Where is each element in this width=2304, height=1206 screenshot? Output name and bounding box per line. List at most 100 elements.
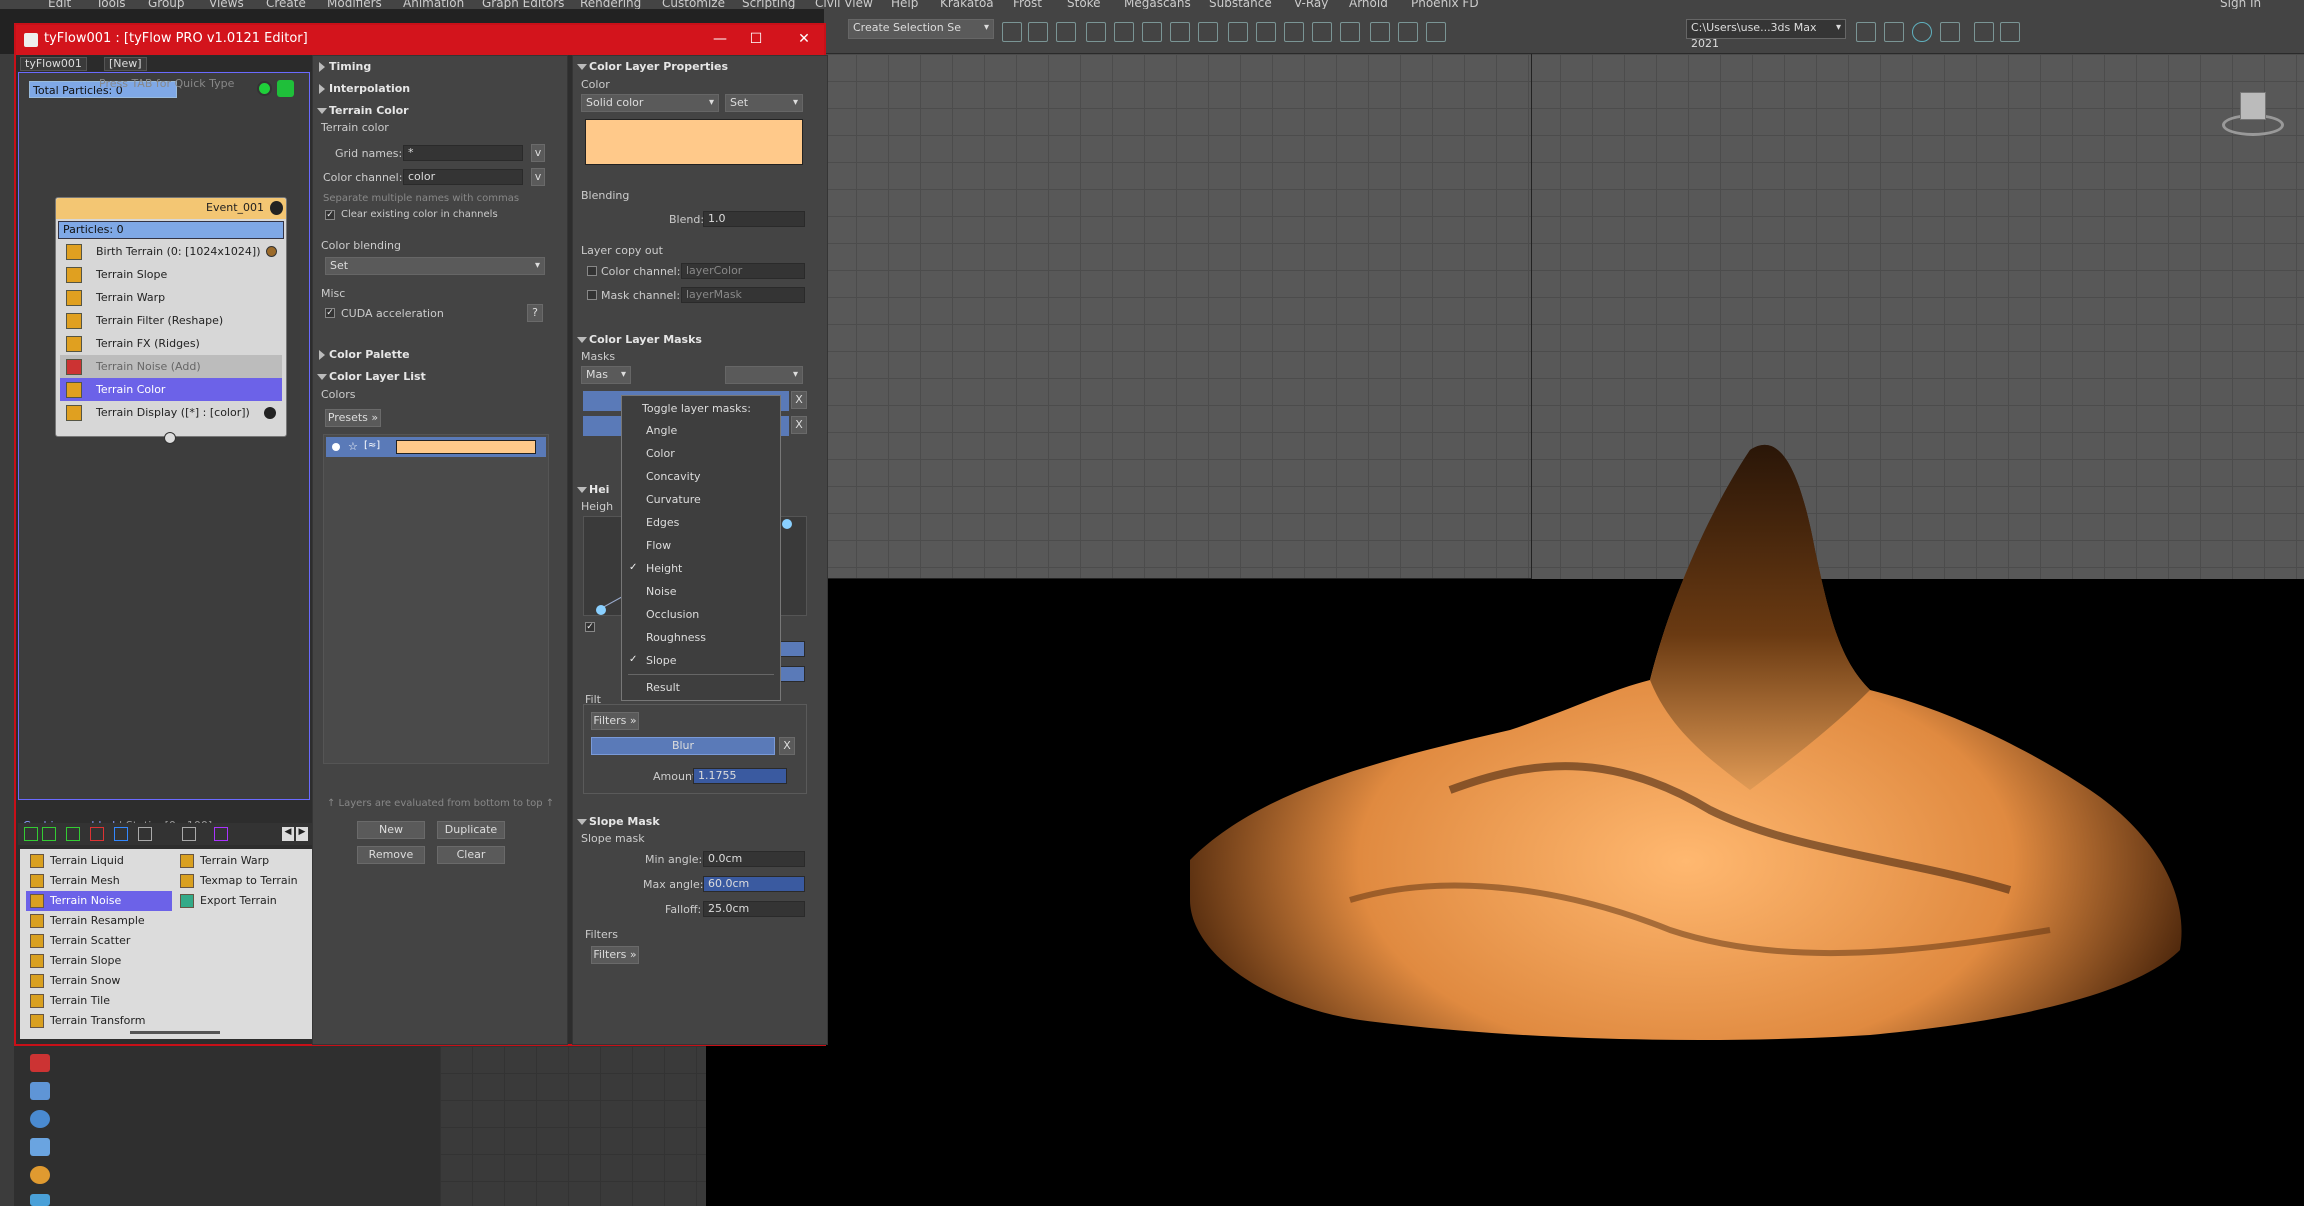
menu-rendering[interactable]: Rendering <box>580 0 641 9</box>
project-folder-icon[interactable] <box>1856 22 1876 42</box>
paint-icon[interactable] <box>1974 22 1994 42</box>
menu-tools[interactable]: Tools <box>96 0 126 9</box>
category-icon-2[interactable] <box>42 827 56 841</box>
max-angle-spinner[interactable]: 60.0cm <box>703 876 805 892</box>
remove-mask-height-button[interactable]: X <box>791 391 807 409</box>
tyflow-editor-window[interactable]: tyFlow001 : [tyFlow PRO v1.0121 Editor] … <box>14 23 828 1046</box>
color-channel-checkbox[interactable] <box>587 266 597 276</box>
remove-mask-slope-button[interactable]: X <box>791 416 807 434</box>
palette-terrain-liquid[interactable]: Terrain Liquid <box>26 851 172 871</box>
material-editor-icon[interactable] <box>1198 22 1218 42</box>
palette-terrain-snow[interactable]: Terrain Snow <box>26 971 172 991</box>
height-option-checkbox[interactable]: ✓ <box>585 622 595 632</box>
clear-layers-button[interactable]: Clear <box>437 846 505 864</box>
op-terrain-noise[interactable]: Terrain Noise (Add) <box>60 355 282 378</box>
blur-filter-button[interactable]: Blur <box>591 737 775 755</box>
menu-item-height[interactable]: Height <box>646 562 682 575</box>
color-swatch[interactable] <box>585 119 803 165</box>
spinner-snap-icon[interactable] <box>1398 22 1418 42</box>
blend-spinner[interactable]: 1.0 <box>703 211 805 227</box>
falloff-spinner[interactable]: 25.0cm <box>703 901 805 917</box>
scroll-left-icon[interactable]: ◀ <box>282 827 294 841</box>
rollout-color-layer-properties[interactable]: Color Layer Properties <box>573 58 827 76</box>
tab-new[interactable]: [New] <box>104 57 147 71</box>
color-channel-out-input[interactable]: layerColor <box>681 263 805 279</box>
edit-named-icon[interactable] <box>1426 22 1446 42</box>
palette-terrain-slope[interactable]: Terrain Slope <box>26 951 172 971</box>
menu-views[interactable]: Views <box>209 0 244 9</box>
curve-point-start[interactable] <box>596 605 606 615</box>
clear-existing-checkbox[interactable]: ✓ <box>325 210 335 220</box>
color-channel-input[interactable]: color <box>403 169 523 185</box>
rollout-icon-6[interactable] <box>30 1194 50 1206</box>
move-icon[interactable] <box>2000 22 2020 42</box>
menu-vray[interactable]: V-Ray <box>1294 0 1328 9</box>
rollout-icon-1[interactable] <box>30 1054 50 1072</box>
op-terrain-slope[interactable]: Terrain Slope <box>60 263 282 286</box>
menu-item-result[interactable]: Result <box>646 681 680 694</box>
rollout-icon-3[interactable] <box>30 1110 50 1128</box>
min-angle-spinner[interactable]: 0.0cm <box>703 851 805 867</box>
remove-blur-button[interactable]: X <box>779 737 795 755</box>
menu-krakatoa[interactable]: Krakatoa <box>940 0 994 9</box>
menu-item-slope[interactable]: Slope <box>646 654 677 667</box>
menu-item-color[interactable]: Color <box>646 447 675 460</box>
presets-button[interactable]: Presets » <box>325 409 381 427</box>
color-mode-dropdown[interactable]: Solid color <box>581 94 719 112</box>
rollout-icon-4[interactable] <box>30 1138 50 1156</box>
rollout-color-layer-list[interactable]: Color Layer List <box>313 368 567 386</box>
viewcube-icon[interactable] <box>2218 86 2288 146</box>
menu-animation[interactable]: Animation <box>403 0 464 9</box>
sync-icon[interactable] <box>1940 22 1960 42</box>
rollout-icon-2[interactable] <box>30 1082 50 1100</box>
maximize-button[interactable]: ☐ <box>738 28 774 50</box>
rollout-slope-mask[interactable]: Slope Mask <box>573 813 827 831</box>
menu-item-noise[interactable]: Noise <box>646 585 677 598</box>
flow-graph-canvas[interactable]: Total Particles: 0 Press TAB for Quick T… <box>18 72 310 832</box>
output-socket[interactable] <box>164 432 176 444</box>
op-terrain-fx[interactable]: Terrain FX (Ridges) <box>60 332 282 355</box>
rollout-timing[interactable]: Timing <box>313 58 567 76</box>
sign-in[interactable]: Sign In <box>2220 0 2261 9</box>
menu-item-flow[interactable]: Flow <box>646 539 671 552</box>
palette-texmap-to-terrain[interactable]: Texmap to Terrain <box>176 871 306 891</box>
palette-terrain-warp[interactable]: Terrain Warp <box>176 851 306 871</box>
refresh-icon[interactable] <box>277 80 294 97</box>
new-layer-button[interactable]: New <box>357 821 425 839</box>
menu-arnold[interactable]: Arnold <box>1349 0 1388 9</box>
category-icon-5[interactable] <box>114 827 128 841</box>
viewport-icon[interactable] <box>1884 22 1904 42</box>
grid-names-pick-button[interactable]: v <box>531 144 545 162</box>
scroll-right-icon[interactable]: ▶ <box>296 827 308 841</box>
schematic-icon[interactable] <box>1170 22 1190 42</box>
rollout-interpolation[interactable]: Interpolation <box>313 80 567 98</box>
menu-item-roughness[interactable]: Roughness <box>646 631 706 644</box>
cuda-checkbox[interactable]: ✓ <box>325 308 335 318</box>
palette-scrollbar[interactable] <box>130 1031 220 1034</box>
category-icon-4[interactable] <box>90 827 104 841</box>
category-icon-3[interactable] <box>66 827 80 841</box>
event-node[interactable]: Event_001 Particles: 0 Birth Terrain (0:… <box>55 197 287 444</box>
menu-megascans[interactable]: Megascans <box>1124 0 1191 9</box>
layer-color-swatch[interactable] <box>396 440 536 454</box>
amount-spinner[interactable]: 1.1755 <box>693 768 787 784</box>
render-icon[interactable] <box>1284 22 1304 42</box>
filters-button-slope[interactable]: Filters » <box>591 946 639 964</box>
sun-icon[interactable] <box>264 407 276 419</box>
duplicate-layer-button[interactable]: Duplicate <box>437 821 505 839</box>
menu-help[interactable]: Help <box>891 0 918 9</box>
mask-channel-out-input[interactable]: layerMask <box>681 287 805 303</box>
select-icon[interactable] <box>1002 22 1022 42</box>
palette-terrain-noise[interactable]: Terrain Noise <box>26 891 172 911</box>
percent-snap-icon[interactable] <box>1370 22 1390 42</box>
menu-customize[interactable]: Customize <box>662 0 725 9</box>
category-icon-8[interactable] <box>214 827 228 841</box>
window-titlebar[interactable]: tyFlow001 : [tyFlow PRO v1.0121 Editor] … <box>16 25 824 55</box>
minimize-button[interactable]: — <box>702 28 738 50</box>
event-header[interactable]: Event_001 <box>56 198 286 219</box>
tab-tyflow001[interactable]: tyFlow001 <box>20 57 87 71</box>
grid-names-input[interactable]: * <box>403 145 523 161</box>
angle-snap-icon[interactable] <box>1340 22 1360 42</box>
category-icon-1[interactable] <box>24 827 38 841</box>
rollout-icon-5[interactable] <box>30 1166 50 1184</box>
